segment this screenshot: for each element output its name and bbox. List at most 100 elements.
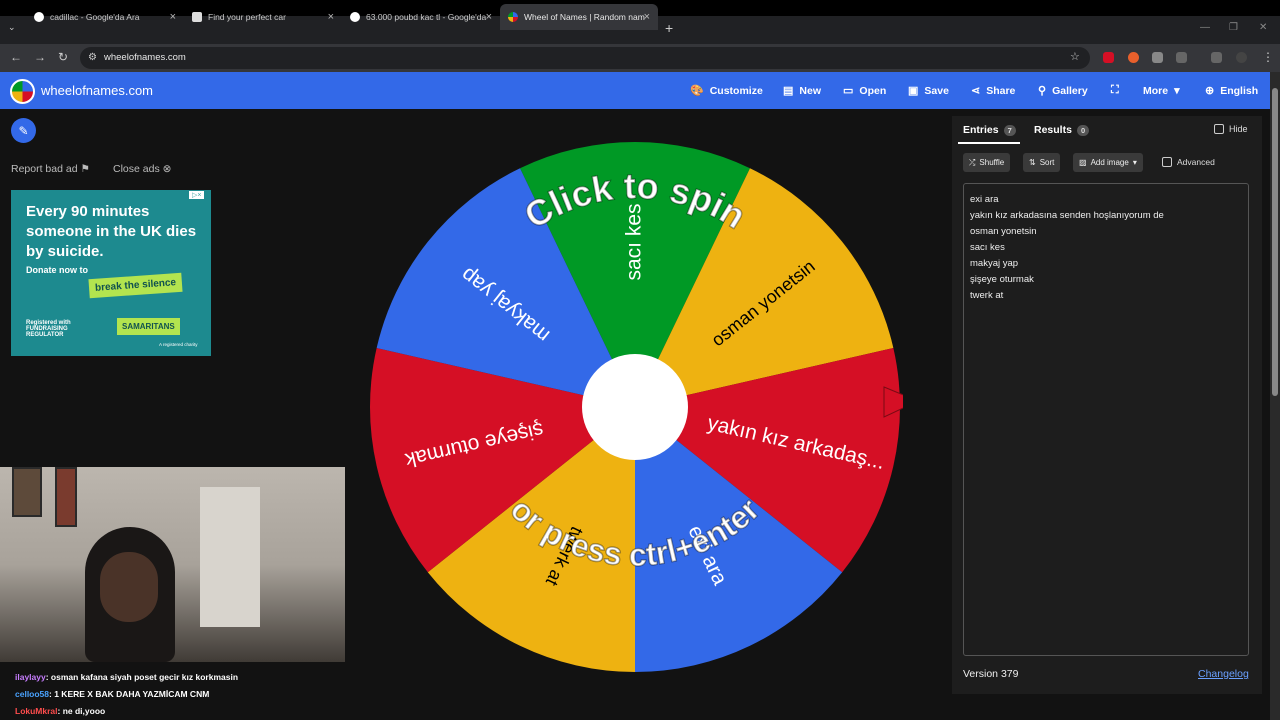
maximize-icon[interactable]: ❐	[1229, 22, 1238, 33]
save-icon: ▣	[908, 85, 919, 97]
entries-tab-label: Entries	[963, 124, 999, 136]
entries-count-badge: 7	[1003, 124, 1016, 136]
language-button[interactable]: ⊕ English	[1205, 84, 1258, 98]
close-icon[interactable]: ×	[644, 11, 650, 23]
browser-menu-icon[interactable]: ⋮	[1262, 50, 1274, 64]
report-bad-ad-link[interactable]: Report bad ad ⚑	[11, 163, 90, 175]
wheel-logo[interactable]	[10, 79, 35, 104]
wheel-center[interactable]	[582, 354, 688, 460]
caret-down-icon: ▾	[1132, 158, 1137, 167]
ad-org-logo: SAMARITANS	[117, 318, 180, 335]
folder-icon: ▭	[843, 85, 854, 97]
share-button[interactable]: ⋖ Share	[971, 84, 1016, 98]
advertisement[interactable]: ▷× Every 90 minutes someone in the UK di…	[11, 190, 211, 356]
results-count-badge: 0	[1076, 124, 1090, 136]
palette-icon: 🎨	[690, 85, 704, 97]
customize-label: Customize	[709, 84, 763, 97]
edit-pencil-button[interactable]: ✎	[11, 118, 36, 143]
browser-tab-3[interactable]: 63.000 poubd kac tl - Google'da ×	[342, 4, 500, 30]
ad-choices-icon[interactable]: ▷×	[189, 191, 205, 199]
checkbox-icon[interactable]	[1162, 157, 1172, 167]
entry-line[interactable]: sacı kes	[970, 242, 1005, 253]
tab-entries[interactable]: Entries 7	[963, 124, 1016, 136]
forward-icon[interactable]: →	[34, 50, 46, 64]
tab-results[interactable]: Results 0	[1034, 124, 1090, 136]
url-box[interactable]	[80, 47, 1090, 69]
chat-message: celloo58: 1 KERE X BAK DAHA YAZMİCAM CNM	[3, 689, 209, 699]
gallery-label: Gallery	[1052, 84, 1088, 97]
checkbox-icon[interactable]	[1214, 124, 1224, 134]
flag-icon: ⚑	[80, 163, 90, 175]
active-tab-indicator	[958, 142, 1020, 144]
search-icon: ⚲	[1038, 85, 1047, 97]
changelog-link[interactable]: Changelog	[1198, 668, 1249, 680]
advanced-checkbox[interactable]: Advanced	[1162, 157, 1215, 167]
close-circle-icon: ⊗	[162, 163, 172, 175]
globe-icon: ⊕	[1205, 85, 1215, 97]
more-button[interactable]: More ▾	[1143, 84, 1180, 98]
wheel-canvas[interactable]: sacı kesosman yonetsinyakın kız arkadaş.…	[368, 140, 920, 675]
puzzle-icon[interactable]	[1176, 52, 1187, 63]
shuffle-icon: ⤮	[969, 157, 976, 167]
tab-search-chevron-icon[interactable]: ⌄	[8, 22, 16, 33]
reading-list-icon[interactable]	[1211, 52, 1222, 63]
fullscreen-button[interactable]: ⛶	[1111, 84, 1119, 97]
chat-text: : ne di,yooo	[57, 706, 106, 716]
tab-title: Wheel of Names | Random nam	[524, 12, 645, 22]
bookmark-star-icon[interactable]: ☆	[1070, 50, 1080, 63]
url-text[interactable]: wheelofnames.com	[104, 52, 186, 63]
report-bad-ad-label: Report bad ad	[11, 163, 78, 175]
site-info-icon[interactable]: ⚙	[88, 52, 97, 63]
extension-icon[interactable]	[1128, 52, 1139, 63]
shuffle-button[interactable]: ⤮ Shuffle	[963, 153, 1011, 172]
browser-tab-4[interactable]: Wheel of Names | Random nam ×	[500, 4, 658, 30]
entries-textarea[interactable]	[963, 183, 1249, 656]
entry-line[interactable]: şişeye oturmak	[970, 274, 1034, 285]
webcam-overlay	[0, 467, 345, 662]
fullscreen-icon: ⛶	[1111, 84, 1119, 96]
google-icon	[350, 12, 360, 22]
wheel-of-names[interactable]: sacı kes osman yonetsin yakın kız arkadaş.…	[368, 140, 920, 675]
window-close-icon[interactable]: ✕	[1259, 22, 1267, 33]
entry-line[interactable]: exi ara	[970, 194, 999, 205]
customize-button[interactable]: 🎨 Customize	[690, 84, 763, 98]
minimize-icon[interactable]: —	[1200, 22, 1210, 33]
chat-user: celloo58	[15, 689, 50, 699]
chat-user: LokuMkral	[15, 706, 58, 716]
chat-message: ilaylayy: osman kafana siyah poset gecir…	[3, 672, 238, 682]
scrollbar-thumb[interactable]	[1272, 88, 1278, 396]
profile-avatar[interactable]	[1236, 52, 1247, 63]
extension-icon[interactable]	[1152, 52, 1163, 63]
share-label: Share	[986, 84, 1016, 97]
wheel-icon	[508, 12, 518, 22]
entry-line[interactable]: osman yonetsin	[970, 226, 1037, 237]
open-button[interactable]: ▭ Open	[843, 84, 887, 98]
browser-tab-2[interactable]: Find your perfect car ×	[184, 4, 342, 30]
sort-button[interactable]: ⇅ Sort	[1023, 153, 1061, 172]
tab-title: cadillac - Google'da Ara	[50, 12, 140, 22]
new-tab-icon[interactable]: +	[665, 20, 673, 36]
reload-icon[interactable]: ↻	[58, 50, 68, 64]
close-icon[interactable]: ×	[170, 11, 176, 23]
hide-checkbox[interactable]: Hide	[1214, 124, 1248, 134]
new-button[interactable]: ▤ New	[783, 84, 821, 98]
entry-line[interactable]: twerk at	[970, 290, 1003, 301]
save-button[interactable]: ▣ Save	[908, 84, 949, 98]
entry-line[interactable]: makyaj yap	[970, 258, 1018, 269]
open-label: Open	[859, 84, 887, 97]
shuffle-label: Shuffle	[979, 158, 1005, 167]
close-icon[interactable]: ×	[486, 11, 492, 23]
close-ads-link[interactable]: Close ads ⊗	[113, 163, 171, 175]
browser-tab-1[interactable]: cadillac - Google'da Ara ×	[26, 4, 184, 30]
back-icon[interactable]: ←	[10, 50, 22, 64]
close-icon[interactable]: ×	[328, 11, 334, 23]
extension-icon[interactable]	[1103, 52, 1114, 63]
gallery-button[interactable]: ⚲ Gallery	[1038, 84, 1088, 98]
chat-text: : 1 KERE X BAK DAHA YAZMİCAM CNM	[49, 689, 210, 699]
entry-line[interactable]: yakın kız arkadasına senden hoşlanıyorum…	[970, 210, 1164, 221]
site-brand[interactable]: wheelofnames.com	[41, 83, 153, 98]
ad-note: A registered charity	[159, 342, 198, 347]
new-label: New	[799, 84, 821, 97]
wall-poster	[12, 467, 42, 517]
add-image-button[interactable]: ▨ Add image ▾	[1073, 153, 1143, 172]
